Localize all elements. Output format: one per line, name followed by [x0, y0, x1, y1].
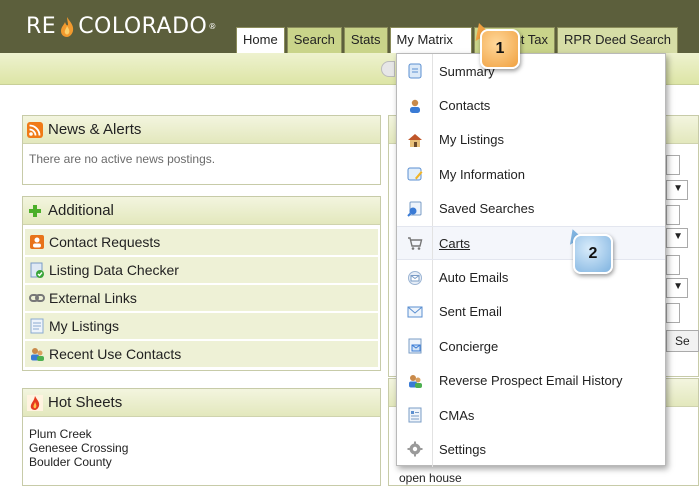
my-matrix-dropdown: Summary Contacts My Listings My Informat…: [396, 53, 666, 467]
menu-item-carts[interactable]: Carts: [397, 225, 665, 261]
menu-item-my-information[interactable]: My Information: [397, 157, 665, 192]
house-icon: [407, 133, 422, 147]
top-header: RE COLORADO ® Home Search Stats My Matri…: [0, 0, 699, 53]
menu-item-saved-searches[interactable]: Saved Searches: [397, 191, 665, 226]
right-select-3[interactable]: ▼: [666, 278, 688, 298]
news-alerts-header: News & Alerts: [23, 116, 380, 144]
toolbar-toggle[interactable]: [381, 61, 395, 77]
additional-item-contact-requests[interactable]: Contact Requests: [25, 229, 378, 255]
additional-header: Additional: [23, 197, 380, 225]
menu-item-label: Concierge: [439, 338, 499, 354]
menu-item-label: My Information: [439, 166, 525, 182]
link-icon: [29, 294, 45, 302]
hot-sheet-item[interactable]: Genesee Crossing: [29, 441, 374, 455]
hot-sheets-title: Hot Sheets: [48, 394, 123, 411]
menu-item-contacts[interactable]: Contacts: [397, 88, 665, 123]
chevron-down-icon: ▼: [673, 231, 683, 242]
menu-item-label: Settings: [439, 441, 486, 457]
envelope-icon: [407, 306, 422, 318]
contact-request-icon: [30, 235, 44, 249]
right-field-2[interactable]: [666, 205, 680, 225]
menu-item-label: My Listings: [439, 132, 505, 148]
main-tabs: Home Search Stats My Matrix list Tax RPR…: [236, 27, 680, 53]
tab-my-matrix[interactable]: My Matrix: [389, 27, 472, 53]
menu-item-label: Saved Searches: [439, 201, 535, 217]
listing-icon: [30, 318, 44, 334]
news-empty-message: There are no active news postings.: [29, 152, 216, 166]
additional-item-label: Recent Use Contacts: [49, 346, 182, 362]
chevron-down-icon: ▼: [673, 183, 683, 194]
menu-item-cmas[interactable]: CMAs: [397, 397, 665, 433]
prospect-icon: [408, 374, 422, 388]
tab-search[interactable]: Search: [286, 27, 342, 53]
fire-icon: [27, 394, 43, 411]
open-house-text[interactable]: open house: [399, 471, 462, 485]
logo-registered-mark: ®: [208, 22, 217, 31]
concierge-icon: [408, 338, 421, 354]
menu-item-settings[interactable]: Settings: [397, 432, 665, 467]
menu-item-my-listings[interactable]: My Listings: [397, 122, 665, 158]
logo-text-right: COLORADO: [78, 14, 208, 39]
menu-item-label: Reverse Prospect Email History: [439, 373, 623, 389]
additional-item-label: My Listings: [49, 318, 120, 334]
right-field-4[interactable]: [666, 303, 680, 323]
callout-step-2: 2: [573, 234, 613, 274]
menu-item-reverse-prospect[interactable]: Reverse Prospect Email History: [397, 363, 665, 398]
hot-sheets-list: Plum Creek Genesee Crossing Boulder Coun…: [23, 417, 380, 479]
additional-panel: Additional Contact Requests Listing Data…: [22, 196, 381, 371]
hot-sheets-panel: Hot Sheets Plum Creek Genesee Crossing B…: [22, 388, 381, 486]
callout-step-1: 1: [480, 29, 520, 69]
news-alerts-title: News & Alerts: [48, 121, 142, 138]
right-field-3[interactable]: [666, 255, 680, 275]
additional-item-label: External Links: [49, 290, 137, 306]
auto-email-icon: [407, 270, 422, 285]
menu-item-sent-email[interactable]: Sent Email: [397, 294, 665, 330]
hot-sheet-item[interactable]: Boulder County: [29, 455, 374, 469]
news-alerts-panel: News & Alerts There are no active news p…: [22, 115, 381, 185]
menu-item-label: Contacts: [439, 98, 491, 114]
logo-text-left: RE: [26, 14, 57, 39]
additional-item-recent-use-contacts[interactable]: Recent Use Contacts: [25, 341, 378, 367]
cma-icon: [408, 407, 421, 423]
menu-item-label: Sent Email: [439, 304, 502, 320]
menu-item-concierge[interactable]: Concierge: [397, 329, 665, 364]
menu-item-summary[interactable]: Summary: [397, 54, 665, 89]
additional-list: Contact Requests Listing Data Checker Ex…: [23, 225, 380, 371]
tab-rpr-deed-search[interactable]: RPR Deed Search: [557, 27, 678, 53]
menu-item-label: CMAs: [439, 407, 475, 423]
cart-icon: [407, 237, 422, 250]
menu-item-label: Auto Emails: [439, 270, 509, 286]
data-checker-icon: [30, 262, 44, 278]
contact-icon: [409, 99, 420, 113]
additional-item-listing-data-checker[interactable]: Listing Data Checker: [25, 257, 378, 283]
search-button-label: Se: [675, 334, 690, 348]
additional-item-external-links[interactable]: External Links: [25, 285, 378, 311]
right-select-1[interactable]: ▼: [666, 180, 688, 200]
right-field-1[interactable]: [666, 155, 680, 175]
menu-item-label: Carts: [439, 235, 471, 251]
tab-stats[interactable]: Stats: [343, 27, 388, 53]
right-search-button[interactable]: Se: [666, 330, 699, 352]
right-select-2[interactable]: ▼: [666, 228, 688, 248]
summary-icon: [408, 63, 421, 79]
brand-logo[interactable]: RE COLORADO ®: [26, 14, 217, 39]
rss-icon: [27, 121, 43, 138]
additional-item-my-listings[interactable]: My Listings: [25, 313, 378, 339]
info-icon: [407, 167, 422, 181]
contacts-icon: [31, 348, 44, 361]
plus-icon: [29, 204, 41, 217]
gear-icon: [407, 441, 422, 457]
chevron-down-icon: ▼: [673, 281, 683, 292]
saved-search-icon: [406, 201, 421, 217]
hot-sheets-header: Hot Sheets: [23, 389, 380, 417]
additional-item-label: Contact Requests: [49, 234, 161, 250]
menu-item-auto-emails[interactable]: Auto Emails: [397, 260, 665, 295]
additional-title: Additional: [48, 202, 114, 219]
tab-home[interactable]: Home: [236, 27, 285, 53]
flame-icon: [61, 16, 74, 37]
hot-sheet-item[interactable]: Plum Creek: [29, 427, 374, 441]
additional-item-label: Listing Data Checker: [49, 262, 179, 278]
